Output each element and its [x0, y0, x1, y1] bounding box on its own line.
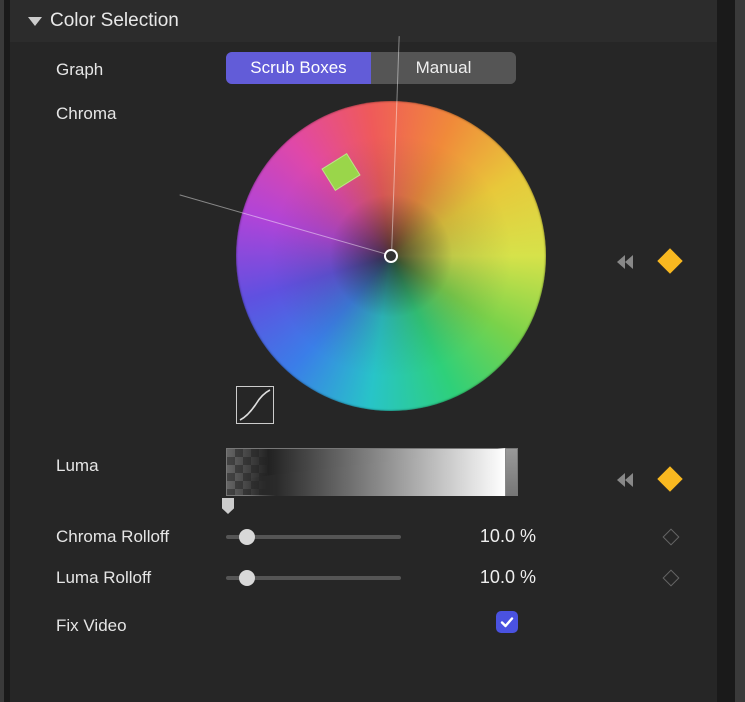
value-unit: % — [520, 526, 536, 546]
chroma-falloff-curve-button[interactable] — [236, 386, 274, 424]
luma-row: Luma — [10, 432, 717, 516]
luma-keyframe-diamond-icon[interactable] — [657, 466, 682, 491]
color-selection-panel: Color Selection Graph Scrub Boxes Manual… — [10, 0, 717, 702]
chroma-wheel-wrap — [226, 96, 556, 426]
chroma-sample-marker[interactable] — [321, 153, 360, 191]
section-title: Color Selection — [50, 10, 179, 32]
luma-strip-tail — [506, 448, 518, 496]
luma-control — [216, 448, 699, 510]
luma-keyframe-col — [615, 470, 699, 488]
chroma-control — [216, 96, 699, 426]
panel-gutter-right — [717, 0, 735, 702]
luma-rolloff-label: Luma Rolloff — [56, 568, 216, 588]
chroma-label: Chroma — [56, 96, 216, 124]
chroma-rolloff-slider[interactable] — [226, 527, 401, 547]
fix-video-checkbox[interactable] — [496, 611, 518, 633]
luma-rolloff-keyframe-icon[interactable] — [663, 569, 680, 586]
graph-label: Graph — [56, 52, 216, 80]
section-header[interactable]: Color Selection — [10, 0, 717, 42]
tab-scrub-boxes[interactable]: Scrub Boxes — [226, 52, 371, 84]
value-number: 10.0 — [480, 526, 515, 546]
chroma-row: Chroma — [10, 90, 717, 432]
luma-rolloff-row: Luma Rolloff 10.0 % — [10, 557, 717, 598]
chroma-wedge-line-left[interactable] — [180, 194, 392, 256]
tab-manual[interactable]: Manual — [371, 52, 516, 84]
panel-edge-right — [735, 0, 745, 702]
chroma-rolloff-value[interactable]: 10.0 % — [446, 526, 536, 547]
fix-video-label: Fix Video — [56, 608, 216, 636]
section-body: Graph Scrub Boxes Manual Chroma — [10, 42, 717, 646]
chroma-keyframe-col — [615, 252, 699, 270]
luma-label: Luma — [56, 448, 216, 476]
graph-mode-segmented: Scrub Boxes Manual — [226, 52, 516, 84]
chroma-wheel-center[interactable] — [384, 249, 398, 263]
luma-low-handle[interactable] — [222, 498, 234, 514]
chroma-rolloff-label: Chroma Rolloff — [56, 527, 216, 547]
curve-icon — [238, 388, 272, 422]
chroma-rolloff-keyframe-icon[interactable] — [663, 528, 680, 545]
value-unit: % — [520, 567, 536, 587]
luma-rolloff-slider[interactable] — [226, 568, 401, 588]
luma-strip-wrap — [226, 448, 526, 510]
slider-thumb[interactable] — [239, 529, 255, 545]
chroma-rolloff-row: Chroma Rolloff 10.0 % — [10, 516, 717, 557]
chroma-prev-keyframe-icon[interactable] — [615, 253, 633, 269]
slider-thumb[interactable] — [239, 570, 255, 586]
disclosure-triangle-icon[interactable] — [28, 17, 42, 26]
panel-edge-left — [0, 0, 4, 702]
chroma-wheel[interactable] — [236, 101, 546, 411]
chroma-keyframe-diamond-icon[interactable] — [657, 248, 682, 273]
check-icon — [499, 614, 515, 630]
value-number: 10.0 — [480, 567, 515, 587]
luma-prev-keyframe-icon[interactable] — [615, 471, 633, 487]
graph-row: Graph Scrub Boxes Manual — [10, 46, 717, 90]
graph-control: Scrub Boxes Manual — [216, 52, 699, 84]
luma-rolloff-value[interactable]: 10.0 % — [446, 567, 536, 588]
fix-video-row: Fix Video — [10, 598, 717, 646]
